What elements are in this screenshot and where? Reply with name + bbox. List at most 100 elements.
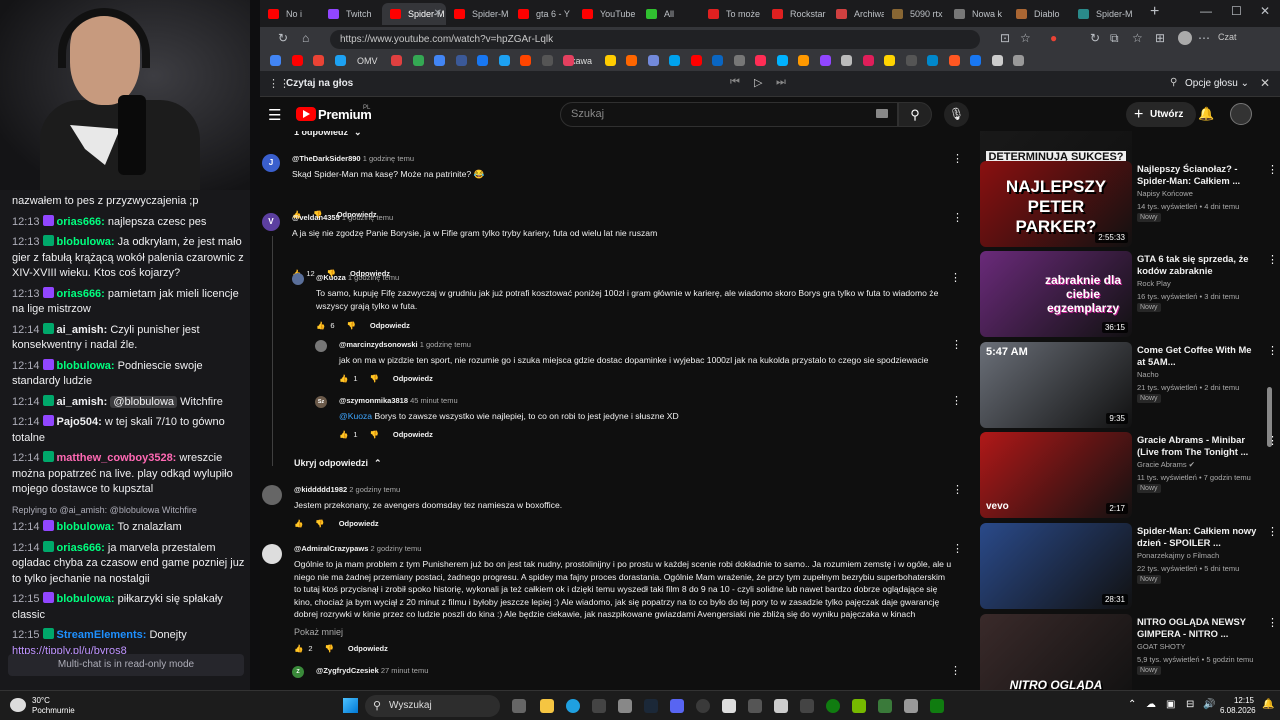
- comment-time[interactable]: 2 godziny temu: [349, 485, 400, 494]
- comment-menu-icon[interactable]: ⋮: [952, 152, 963, 165]
- notifications-icon[interactable]: 🔔: [1262, 699, 1274, 710]
- discord-icon[interactable]: [670, 699, 684, 713]
- comment-author[interactable]: @AdmiralCrazypaws: [294, 544, 368, 553]
- browser-tab[interactable]: 5090 rtx: [884, 3, 946, 25]
- video-title[interactable]: Najlepszy Ścianołaz? - Spider-Man: Całki…: [1137, 163, 1257, 187]
- clock[interactable]: 12:15 6.08.2026: [1220, 696, 1256, 716]
- like-icon[interactable]: 👍: [316, 321, 325, 330]
- volume-icon[interactable]: 🔊: [1203, 699, 1215, 710]
- bookmark-icon[interactable]: [647, 55, 659, 66]
- bookmark-icon[interactable]: [1013, 55, 1024, 66]
- bookmark-icon[interactable]: [669, 55, 680, 66]
- chat-username[interactable]: Pajo504:: [57, 416, 102, 428]
- comment-avatar[interactable]: [315, 340, 327, 352]
- like-icon[interactable]: 👍: [294, 519, 303, 528]
- like-icon[interactable]: 👍: [294, 644, 303, 653]
- extension-icon[interactable]: ●: [1050, 31, 1057, 45]
- browser-tab[interactable]: Nowa k: [946, 3, 1008, 25]
- comment-time[interactable]: 45 minut temu: [410, 396, 458, 405]
- page-scrollbar[interactable]: [1267, 387, 1272, 447]
- bookmark-icon[interactable]: [970, 55, 981, 66]
- maps-icon[interactable]: [722, 699, 736, 713]
- xbox-icon[interactable]: [826, 699, 840, 713]
- tray-app-icon[interactable]: ☁: [1146, 699, 1156, 710]
- like-icon[interactable]: 👍: [339, 430, 348, 439]
- taskbar-search[interactable]: ⚲ Wyszukaj: [365, 695, 500, 717]
- reload-icon[interactable]: ↻: [278, 31, 288, 45]
- bookmark-icon[interactable]: [948, 55, 960, 66]
- video-title[interactable]: GTA 6 tak się sprzeda, że kodów zabrakni…: [1137, 253, 1257, 277]
- browser-tab[interactable]: No i: [260, 3, 320, 25]
- bookmark-icon[interactable]: [690, 55, 702, 66]
- browser-tab[interactable]: Rockstar: [764, 3, 828, 25]
- replies-toggle[interactable]: Ukryj odpowiedzi ⌃: [294, 458, 382, 469]
- video-thumbnail[interactable]: vevo 2:17: [980, 432, 1132, 518]
- maximize-button[interactable]: ☐: [1231, 4, 1242, 18]
- comment-avatar[interactable]: Z: [292, 666, 304, 678]
- comment-menu-icon[interactable]: ⋮: [952, 542, 963, 555]
- bookmark-icon[interactable]: [776, 55, 788, 66]
- chat-username[interactable]: StreamElements:: [57, 629, 147, 641]
- recommendation[interactable]: 28:31 Spider-Man: Całkiem nowy dzień - SP…: [980, 523, 1280, 609]
- comment-avatar[interactable]: [262, 485, 282, 505]
- comment-avatar[interactable]: V: [262, 213, 280, 231]
- copilot-chat-button[interactable]: Czat: [1218, 32, 1237, 42]
- refresh-ext-icon[interactable]: ↻: [1090, 31, 1100, 45]
- tray-app-icon-2[interactable]: ▣: [1166, 699, 1175, 710]
- recommendation[interactable]: zabraknie dla ciebie egzemplarzy 36:15 GTA…: [980, 251, 1280, 337]
- comment-mention[interactable]: @Kuoza: [339, 411, 372, 421]
- app-icon-1[interactable]: [592, 699, 606, 713]
- home-icon[interactable]: ⌂: [302, 31, 309, 45]
- recommendation[interactable]: vevo 2:17 Gracie Abrams - Minibar (Live fr…: [980, 432, 1280, 518]
- bookmark-kawa[interactable]: kawa: [571, 56, 592, 66]
- browser-tab[interactable]: gta 6 - Y: [510, 3, 574, 25]
- browser-tab[interactable]: Archiwa: [828, 3, 884, 25]
- close-window-button[interactable]: ✕: [1260, 4, 1270, 18]
- comment-author[interactable]: @kiddddd1982: [294, 485, 347, 494]
- app-icon-6[interactable]: [878, 699, 892, 713]
- bookmark-icon[interactable]: [334, 55, 346, 66]
- video-thumbnail[interactable]: zabraknie dla ciebie egzemplarzy 36:15: [980, 251, 1132, 337]
- dislike-icon[interactable]: 👎: [370, 374, 379, 383]
- comment-author[interactable]: @ZygfrydCzesiek: [316, 666, 379, 675]
- browser-tab[interactable]: Spider-M: [1070, 3, 1132, 25]
- voice-options-button[interactable]: Opcje głosu ⌄: [1185, 78, 1249, 89]
- video-menu-icon[interactable]: ⋮: [1267, 163, 1278, 176]
- task-view-icon[interactable]: [512, 699, 526, 713]
- channel-name[interactable]: Rock Play: [1137, 279, 1171, 288]
- chat-username[interactable]: orias666:: [57, 542, 105, 554]
- tray-expand-icon[interactable]: ⌃: [1128, 699, 1136, 710]
- steam-icon[interactable]: [644, 699, 658, 713]
- chat-username[interactable]: blobulowa:: [57, 521, 115, 533]
- extensions-icon[interactable]: ⧉: [1110, 31, 1119, 46]
- comment-author[interactable]: @veldan4355: [292, 213, 340, 222]
- bookmark-omv[interactable]: OMV: [357, 56, 378, 66]
- bookmark-star-icon[interactable]: ☆: [1020, 31, 1031, 45]
- comment-time[interactable]: 1 godzinę temu: [420, 340, 471, 349]
- play-icon[interactable]: ▷: [754, 76, 762, 89]
- bookmark-icon[interactable]: [477, 55, 488, 66]
- previous-icon[interactable]: ⏮: [730, 76, 740, 89]
- app-icon-5[interactable]: [800, 699, 814, 713]
- chat-username[interactable]: ai_amish:: [57, 396, 108, 408]
- bookmark-icon[interactable]: [927, 55, 938, 66]
- dislike-icon[interactable]: 👎: [347, 321, 356, 330]
- comment-author[interactable]: @TheDarkSider890: [292, 154, 361, 163]
- comment-time[interactable]: 2 godziny temu: [371, 544, 422, 553]
- bookmark-icon[interactable]: [884, 55, 895, 66]
- video-title[interactable]: Spider-Man: Całkiem nowy dzień - SPOILER…: [1137, 525, 1257, 549]
- menu-icon[interactable]: ☰: [268, 106, 281, 124]
- favorites-icon[interactable]: ☆: [1132, 31, 1143, 45]
- bookmark-icon[interactable]: [434, 55, 445, 66]
- browser-tab[interactable]: Twitch: [320, 3, 382, 25]
- chat-username[interactable]: blobulowa:: [57, 360, 115, 372]
- replies-toggle[interactable]: 1 odpowiedź ⌄: [294, 131, 362, 138]
- bookmark-icon[interactable]: [819, 55, 831, 66]
- comment-author[interactable]: @Kuoza: [316, 273, 346, 282]
- video-title[interactable]: Come Get Coffee With Me at 5AM...: [1137, 344, 1257, 368]
- browser-tab[interactable]: All: [638, 3, 700, 25]
- browser-tab[interactable]: Spider-M: [446, 3, 510, 25]
- account-avatar[interactable]: [1230, 103, 1252, 125]
- comment-menu-icon[interactable]: ⋮: [951, 338, 962, 351]
- dislike-icon[interactable]: 👎: [370, 430, 379, 439]
